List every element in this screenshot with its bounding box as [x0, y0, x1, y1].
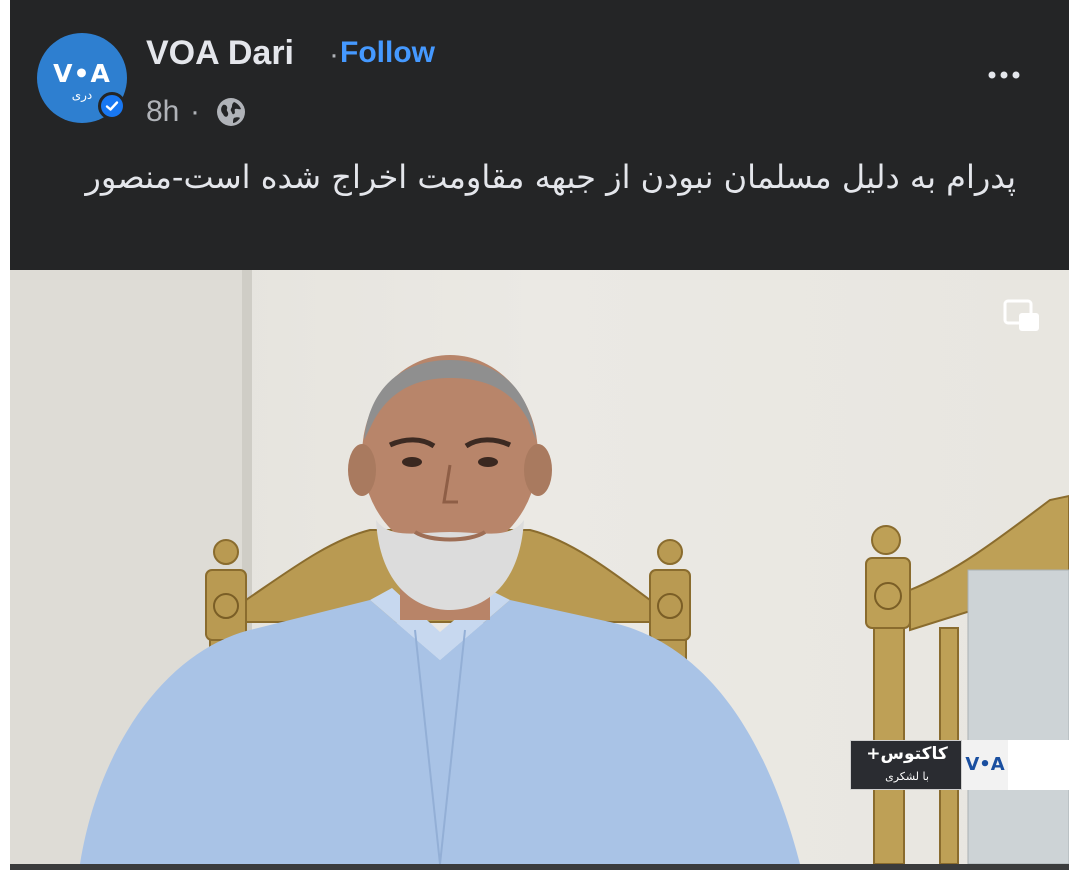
- more-options-icon[interactable]: [980, 60, 1028, 90]
- facebook-post-card: V•A دری VOA Dari · Follow 8h · پدرام به …: [10, 0, 1069, 870]
- voa-logo: V•A: [962, 740, 1008, 790]
- show-name-badge: کاکتوس+ با لشکری: [850, 740, 962, 790]
- card-bottom-edge: [10, 864, 1069, 870]
- verified-badge-icon: [98, 92, 126, 120]
- video-lower-third: کاکتوس+ با لشکری V•A: [850, 740, 1069, 790]
- page-name-link[interactable]: VOA Dari: [146, 34, 294, 73]
- show-subtitle: با لشکری: [885, 770, 929, 783]
- name-separator: ·: [329, 38, 339, 71]
- picture-in-picture-icon[interactable]: [1002, 298, 1042, 334]
- avatar-logo-text: V•A: [53, 59, 111, 88]
- globe-icon: [215, 96, 247, 128]
- post-timestamp[interactable]: 8h: [146, 95, 179, 129]
- time-separator: ·: [190, 95, 200, 128]
- follow-button[interactable]: Follow: [340, 36, 435, 70]
- show-title: کاکتوس+: [866, 744, 948, 764]
- video-player[interactable]: کاکتوس+ با لشکری V•A: [10, 270, 1069, 864]
- lower-third-spacer: [1008, 740, 1069, 790]
- post-text: پدرام به دلیل مسلمان نبودن از جبهه مقاوم…: [85, 158, 1016, 196]
- screenshot-frame: V•A دری VOA Dari · Follow 8h · پدرام به …: [0, 0, 1080, 879]
